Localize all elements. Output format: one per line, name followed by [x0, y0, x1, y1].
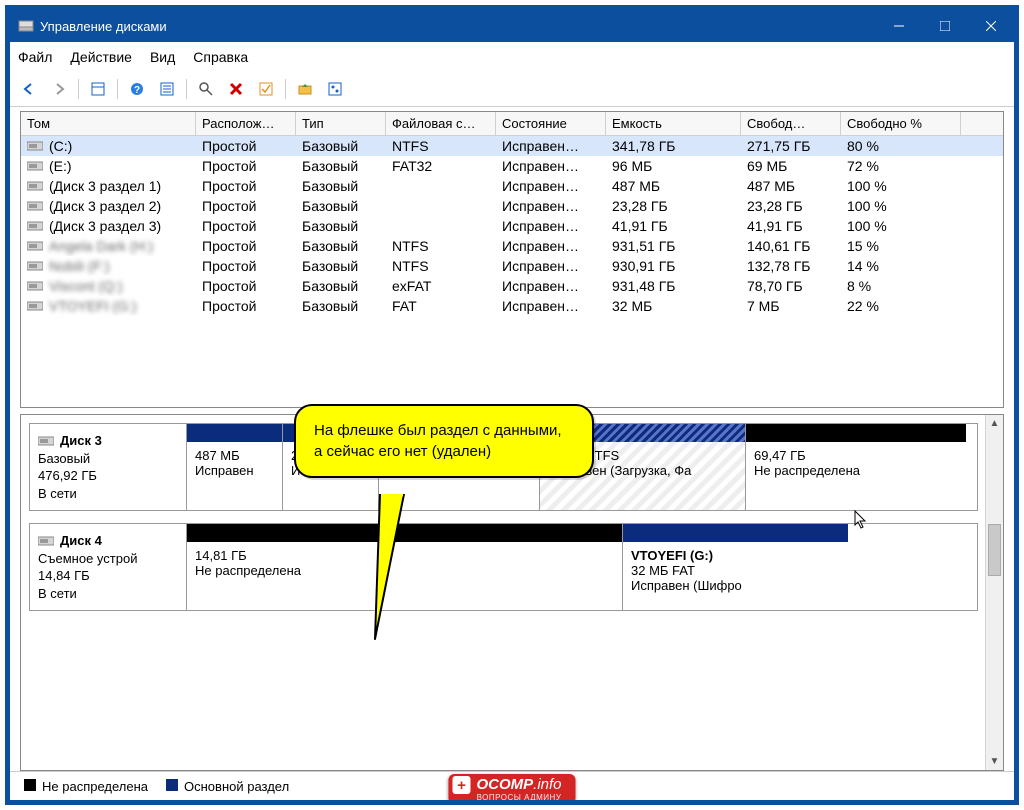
window-titlebar: Управление дисками	[10, 10, 1014, 42]
volume-list[interactable]: Том Располож… Тип Файловая с… Состояние …	[20, 111, 1004, 408]
watermark: + OCOMP.info ВОПРОСЫ АДМИНУ	[448, 774, 575, 804]
table-row[interactable]: (Диск 3 раздел 1)ПростойБазовыйИсправен……	[21, 176, 1003, 196]
col-status[interactable]: Состояние	[496, 112, 606, 135]
check-icon[interactable]	[253, 76, 279, 102]
app-icon	[18, 18, 34, 34]
scroll-thumb[interactable]	[988, 524, 1001, 576]
maximize-button[interactable]	[922, 10, 968, 42]
table-row[interactable]: (Диск 3 раздел 3)ПростойБазовыйИсправен……	[21, 216, 1003, 236]
table-row[interactable]: Viscont (Q:)ПростойБазовыйexFATИсправен……	[21, 276, 1003, 296]
col-layout[interactable]: Располож…	[196, 112, 296, 135]
menu-file[interactable]: Файл	[18, 49, 52, 65]
scrollbar[interactable]: ▲ ▼	[985, 415, 1003, 770]
folder-up-icon[interactable]	[292, 76, 318, 102]
back-icon[interactable]	[16, 76, 42, 102]
partition[interactable]: 69,47 ГБНе распределена	[746, 424, 966, 510]
col-free[interactable]: Свобод…	[741, 112, 841, 135]
table-row[interactable]: VTOYEFI (G:)ПростойБазовыйFATИсправен…32…	[21, 296, 1003, 316]
disk-label[interactable]: Диск 4 Съемное устрой14,84 ГБВ сети	[29, 523, 187, 611]
legend-primary: Основной раздел	[166, 779, 289, 794]
svg-text:?: ?	[134, 85, 140, 96]
cursor-icon	[854, 510, 868, 530]
table-row[interactable]: Angela Dark (H:)ПростойБазовыйNTFSИсправ…	[21, 236, 1003, 256]
col-fs[interactable]: Файловая с…	[386, 112, 496, 135]
table-row[interactable]: (C:)ПростойБазовыйNTFSИсправен…341,78 ГБ…	[21, 136, 1003, 156]
table-row[interactable]: (E:)ПростойБазовыйFAT32Исправен…96 МБ69 …	[21, 156, 1003, 176]
menu-bar: Файл Действие Вид Справка	[10, 42, 1014, 72]
partition[interactable]: 487 МБИсправен	[187, 424, 283, 510]
show-hide-icon[interactable]	[85, 76, 111, 102]
column-headers[interactable]: Том Располож… Тип Файловая с… Состояние …	[21, 112, 1003, 136]
settings-icon[interactable]	[322, 76, 348, 102]
scroll-up-icon[interactable]: ▲	[986, 415, 1003, 432]
help-icon[interactable]: ?	[124, 76, 150, 102]
minimize-button[interactable]	[876, 10, 922, 42]
menu-action[interactable]: Действие	[70, 49, 132, 65]
table-row[interactable]: Nobili (F:)ПростойБазовыйNTFSИсправен…93…	[21, 256, 1003, 276]
disk-row: Диск 4 Съемное устрой14,84 ГБВ сети 14,8…	[29, 523, 978, 611]
delete-icon[interactable]	[223, 76, 249, 102]
scroll-down-icon[interactable]: ▼	[986, 753, 1003, 770]
search-icon[interactable]	[193, 76, 219, 102]
annotation-callout: На флешке был раздел с данными, а сейчас…	[294, 404, 594, 478]
menu-help[interactable]: Справка	[193, 49, 248, 65]
partition[interactable]: VTOYEFI (G:)32 МБ FATИсправен (Шифро	[623, 524, 848, 610]
col-capacity[interactable]: Емкость	[606, 112, 741, 135]
disk-label[interactable]: Диск 3 Базовый476,92 ГБВ сети	[29, 423, 187, 511]
toolbar: ?	[10, 72, 1014, 107]
forward-icon[interactable]	[46, 76, 72, 102]
table-row[interactable]: (Диск 3 раздел 2)ПростойБазовыйИсправен……	[21, 196, 1003, 216]
close-button[interactable]	[968, 10, 1014, 42]
properties-icon[interactable]	[154, 76, 180, 102]
col-type[interactable]: Тип	[296, 112, 386, 135]
menu-view[interactable]: Вид	[150, 49, 175, 65]
col-freepct[interactable]: Свободно %	[841, 112, 961, 135]
window-title: Управление дисками	[40, 19, 876, 34]
legend-unallocated: Не распределена	[24, 779, 148, 794]
col-volume[interactable]: Том	[21, 112, 196, 135]
